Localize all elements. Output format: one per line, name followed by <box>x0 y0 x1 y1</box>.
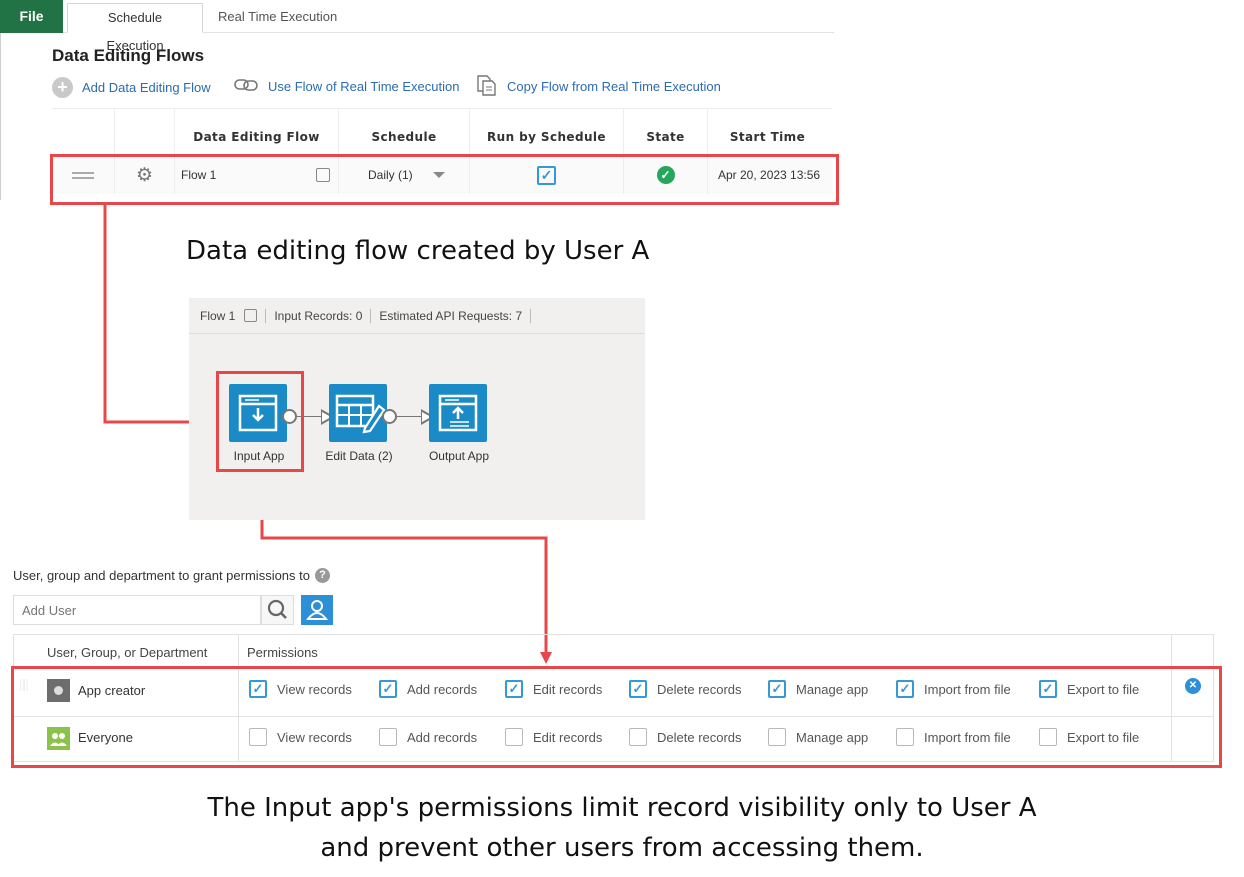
caption-bottom-line2: and prevent other users from accessing t… <box>320 833 924 863</box>
edit-data-node[interactable] <box>329 384 387 442</box>
search-button[interactable] <box>261 595 294 625</box>
permissions-header: User, Group, or Department Permissions <box>14 635 1213 668</box>
edit-data-label: Edit Data (2) <box>325 449 393 463</box>
col-permissions: Permissions <box>247 645 318 660</box>
permissions-title: User, group and department to grant perm… <box>13 568 310 583</box>
input-records: Input Records: 0 <box>274 308 363 323</box>
edit-table-icon <box>335 394 386 434</box>
output-app-node[interactable] <box>429 384 487 442</box>
caption-bottom: The Input app's permissions limit record… <box>0 788 1244 868</box>
edit-icon[interactable] <box>244 309 258 322</box>
search-icon <box>267 599 287 619</box>
col-user: User, Group, or Department <box>47 645 208 660</box>
edge-line <box>397 416 423 417</box>
user-picker-button[interactable] <box>301 595 333 625</box>
caption-bottom-line1: The Input app's permissions limit record… <box>207 793 1037 823</box>
canvas-header: Flow 1 Input Records: 0 Estimated API Re… <box>189 298 645 334</box>
api-requests: Estimated API Requests: 7 <box>379 308 523 323</box>
connector-handle[interactable] <box>382 409 397 424</box>
canvas-flow-name: Flow 1 <box>200 308 236 323</box>
highlight-permissions <box>11 666 1222 768</box>
output-app-label: Output App <box>428 449 490 463</box>
output-app-icon <box>438 394 478 432</box>
caption-top: Data editing flow created by User A <box>186 236 650 266</box>
permissions-heading: User, group and department to grant perm… <box>13 568 330 583</box>
add-user-input[interactable] <box>13 595 261 625</box>
user-icon <box>305 600 329 620</box>
help-icon[interactable]: ? <box>315 568 330 583</box>
highlight-input-app <box>216 371 304 472</box>
